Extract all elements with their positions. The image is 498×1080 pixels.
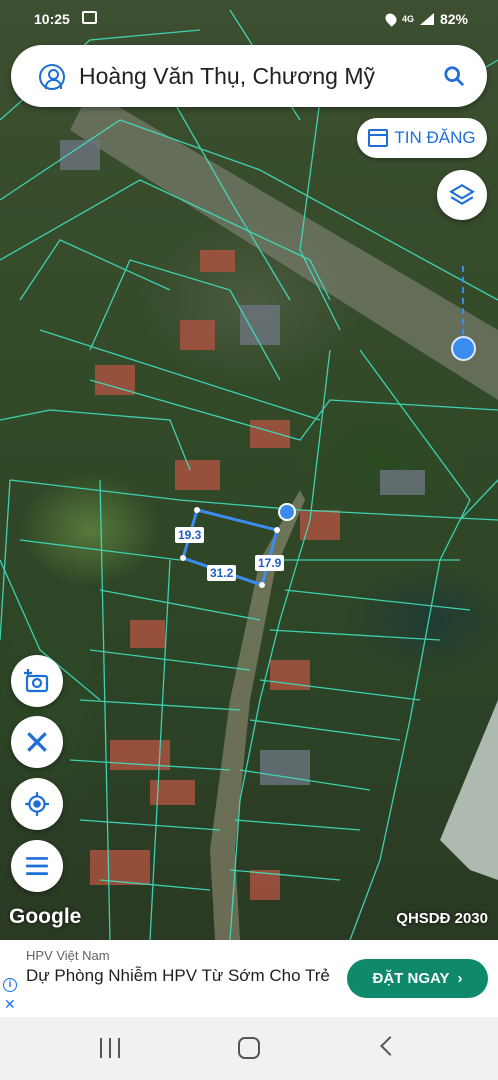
back-button[interactable] — [380, 1036, 400, 1056]
status-bar: 10:25 4G 82% — [0, 0, 498, 38]
recent-apps-button[interactable] — [100, 1038, 120, 1058]
status-indicators: 4G 82% — [383, 11, 468, 27]
crosshair-icon — [25, 792, 49, 816]
chevron-right-icon: › — [457, 970, 463, 987]
system-nav-bar — [0, 1017, 498, 1080]
opacity-slider-track[interactable] — [462, 266, 464, 346]
ad-advertiser: HPV Việt Nam — [26, 948, 110, 963]
measure-label-right: 17.9 — [255, 555, 285, 571]
home-button[interactable] — [238, 1037, 260, 1059]
ad-close-icon[interactable]: ✕ — [4, 996, 16, 1013]
measure-label-top: 19.3 — [175, 527, 205, 543]
planning-layer-label: QHSDĐ 2030 — [396, 910, 488, 927]
search-bar[interactable]: Hoàng Văn Thụ, Chương Mỹ — [11, 45, 487, 107]
image-icon — [82, 11, 97, 24]
hamburger-icon — [26, 857, 48, 875]
network-label: 4G — [401, 14, 414, 24]
ad-cta-label: ĐẶT NGAY — [372, 970, 450, 987]
tin-dang-button[interactable]: TIN ĐĂNG — [357, 118, 487, 158]
measure-ruler-icon — [27, 732, 47, 752]
tin-dang-label: TIN ĐĂNG — [394, 128, 476, 147]
google-logo: Google — [9, 905, 82, 928]
measure-label-bottom: 31.2 — [207, 565, 237, 581]
opacity-slider-handle[interactable] — [451, 336, 476, 361]
measure-tool-button[interactable] — [11, 716, 63, 768]
ad-cta-button[interactable]: ĐẶT NGAY › — [347, 959, 488, 998]
layers-icon — [449, 183, 475, 205]
ad-banner[interactable]: HPV Việt Nam Dự Phòng Nhiễm HPV Từ Sớm C… — [0, 940, 498, 1017]
location-icon — [383, 11, 399, 27]
calendar-icon — [368, 129, 389, 147]
ad-headline[interactable]: Dự Phòng Nhiễm HPV Từ Sớm Cho Trẻ — [26, 965, 331, 986]
signal-icon — [419, 13, 434, 25]
add-photo-icon — [24, 669, 49, 693]
battery-label: 82% — [439, 11, 468, 27]
account-icon[interactable] — [39, 64, 65, 90]
add-photo-button[interactable] — [11, 655, 63, 707]
status-time: 10:25 — [34, 11, 70, 27]
menu-button[interactable] — [11, 840, 63, 892]
search-icon[interactable] — [443, 65, 465, 87]
search-input[interactable]: Hoàng Văn Thụ, Chương Mỹ — [79, 63, 375, 90]
ad-info-icon[interactable]: i — [3, 978, 17, 992]
layers-button[interactable] — [437, 170, 487, 220]
my-location-button[interactable] — [11, 778, 63, 830]
